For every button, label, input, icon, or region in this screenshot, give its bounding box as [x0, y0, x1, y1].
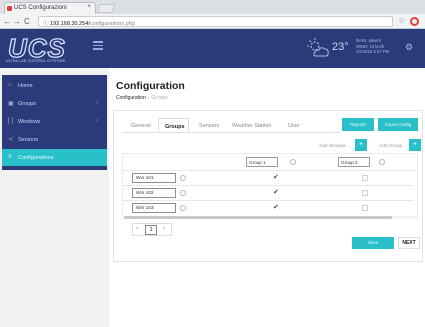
remove-group-icon[interactable] [379, 159, 385, 165]
back-icon[interactable]: ← [3, 17, 11, 26]
sidebar-item-configurations[interactable]: ≡ Configurations [2, 149, 107, 166]
tab-weather-station[interactable]: Weather Station [232, 123, 271, 129]
page-number-button[interactable]: 1 [145, 225, 157, 235]
sidebar-item-windows[interactable]: [ ] Windows › [2, 113, 107, 130]
share-icon: ≺ [8, 137, 14, 143]
table-row: Win 101 ✔ [122, 170, 414, 184]
sidebar-item-label: Windows [18, 119, 41, 125]
group1-checkbox[interactable]: ✔ [273, 188, 279, 196]
browser-tabbar: UCS Configurazioni × [0, 0, 425, 14]
sidebar-item-home[interactable]: ⌂ Home [2, 77, 107, 94]
weather-info: RAIN: absent WIND: 10 km/h 10/10/16 2:47… [356, 38, 389, 55]
tab-sensors[interactable]: Sensors [199, 123, 219, 129]
remove-group-icon[interactable] [290, 159, 296, 165]
groups-icon: ▣ [8, 101, 14, 107]
home-icon: ⌂ [8, 82, 12, 88]
sidebar-item-label: Sensors [18, 137, 39, 143]
window-name-input[interactable]: Win 103 [132, 203, 176, 213]
tab-general[interactable]: General [131, 123, 151, 129]
breadcrumb: Configuration › Groups [116, 95, 168, 101]
add-window-button[interactable]: + [355, 139, 367, 151]
hamburger-menu-icon[interactable] [93, 41, 103, 50]
group1-checkbox[interactable]: ✔ [273, 173, 279, 181]
group2-checkbox[interactable] [362, 175, 368, 181]
pagination: ‹ 1 › [132, 223, 172, 236]
tab-user[interactable]: User [288, 123, 300, 129]
remove-window-icon[interactable] [180, 190, 186, 196]
breadcrumb-root[interactable]: Configuration [116, 95, 146, 101]
sidebar-item-label: Groups [18, 101, 37, 107]
group2-checkbox[interactable] [362, 205, 368, 211]
sidebar-item-sensors[interactable]: ≺ Sensors [2, 131, 107, 148]
window-icon: [ ] [8, 118, 14, 124]
remove-window-icon[interactable] [180, 205, 186, 211]
tab-groups[interactable]: Groups [158, 118, 189, 133]
sidebar-menu: ⌂ Home ▣ Groups › [ ] Windows › ≺ Sensor… [2, 75, 107, 170]
temperature: 23° [332, 41, 349, 53]
group2-checkbox[interactable] [362, 190, 368, 196]
favicon-icon [7, 6, 12, 11]
window-name-input[interactable]: Win 101 [132, 173, 176, 183]
add-window-label: Add Window [319, 144, 346, 149]
weather-line: 10/10/16 2:47 PM [356, 49, 390, 54]
next-page-icon[interactable]: › [163, 226, 165, 232]
chevron-right-icon: › [96, 118, 98, 124]
close-icon[interactable]: × [87, 4, 91, 10]
scrollbar-thumb[interactable] [124, 216, 392, 219]
browser-tab-title: UCS Configurazioni [14, 5, 67, 11]
prev-page-icon[interactable]: ‹ [136, 226, 138, 232]
breadcrumb-current: Groups [151, 95, 168, 101]
add-group-label: Add Group [379, 144, 403, 149]
reports-button[interactable]: Reports [342, 118, 374, 131]
table-row: Win 102 ✔ [122, 185, 414, 199]
sidebar-item-label: Home [18, 83, 33, 89]
page-title: Configuration [116, 80, 185, 92]
group1-checkbox[interactable]: ✔ [273, 203, 279, 211]
add-group-button[interactable]: + [409, 139, 421, 151]
url-input[interactable]: ⓘ 192.168.30.254/configurations.php [38, 16, 393, 27]
save-button[interactable]: Save [352, 237, 394, 249]
config-card: General Groups Sensors Weather Station U… [113, 110, 423, 262]
info-icon: ⓘ [43, 21, 49, 27]
list-icon: ≡ [8, 154, 12, 160]
partly-cloudy-icon [307, 38, 329, 57]
sidebar: ⌂ Home ▣ Groups › [ ] Windows › ≺ Sensor… [0, 68, 109, 327]
next-button[interactable]: NEXT [398, 237, 420, 249]
new-tab-button[interactable] [96, 4, 116, 13]
gear-icon[interactable]: ⚙ [405, 42, 413, 53]
table-row: Win 103 ✔ [122, 200, 414, 214]
sidebar-item-label: Configurations [18, 155, 54, 161]
export-config-button[interactable]: Export config [378, 118, 418, 131]
logo-subtitle: ULTRA LAB CONTROL SYSTEMS [6, 59, 66, 63]
url-host: 192.168.30.254/ [50, 21, 90, 27]
address-bar: ← → C ⓘ 192.168.30.254/configurations.ph… [0, 14, 425, 29]
sidebar-item-groups[interactable]: ▣ Groups › [2, 95, 107, 112]
bookmark-star-icon[interactable]: ☆ [398, 16, 405, 25]
horizontal-scrollbar[interactable] [122, 216, 418, 219]
app-header: UCS ULTRA LAB CONTROL SYSTEMS 23° RAIN: … [0, 29, 425, 68]
url-path: configurations.php [89, 21, 135, 27]
group-header-input[interactable]: Group 1 [246, 157, 278, 167]
group-header-input[interactable]: Group 2 [338, 157, 370, 167]
reload-icon[interactable]: C [24, 17, 30, 26]
breadcrumb-separator: › [147, 95, 150, 101]
chevron-right-icon: › [96, 100, 98, 106]
remove-window-icon[interactable] [180, 175, 186, 181]
tabs-divider [122, 132, 340, 133]
window-name-input[interactable]: Win 102 [132, 188, 176, 198]
forward-icon[interactable]: → [13, 17, 21, 26]
browser-tab[interactable]: UCS Configurazioni × [4, 2, 96, 14]
browser-menu-icon[interactable] [410, 17, 419, 26]
